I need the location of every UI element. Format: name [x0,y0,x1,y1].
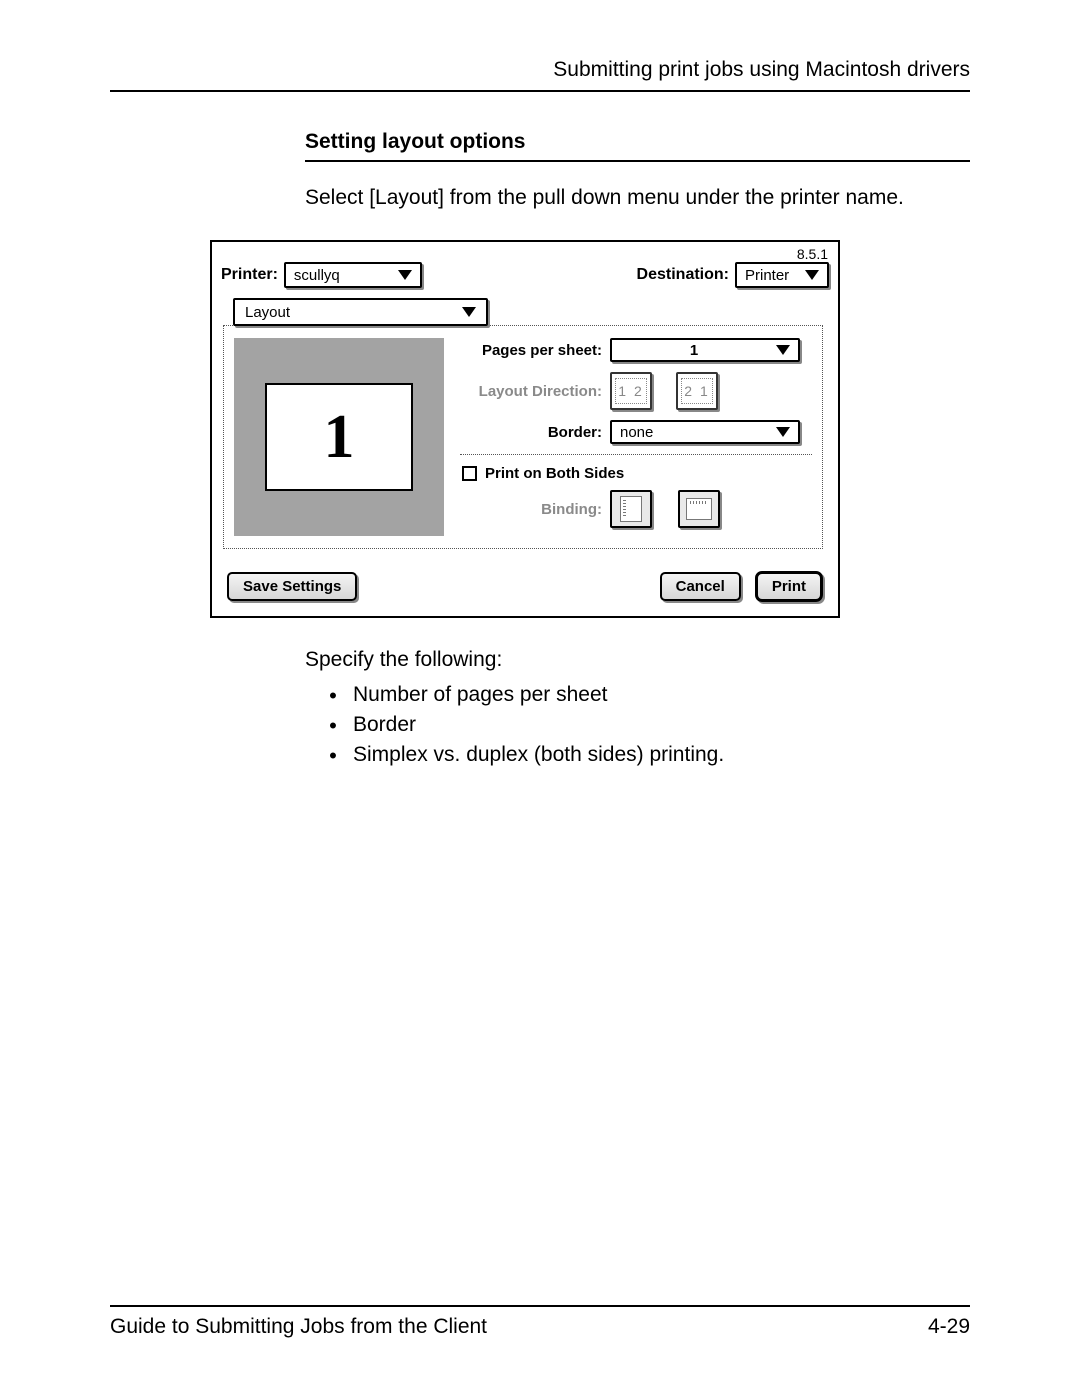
chevron-down-icon [805,270,819,280]
layout-direction-label: Layout Direction: [460,383,610,400]
bullet-icon: • [327,713,339,739]
running-head: Submitting print jobs using Macintosh dr… [110,58,970,90]
panel-divider [460,454,812,455]
layout-direction-rl-glyph: 2 1 [684,383,709,399]
layout-direction-rl-button[interactable]: 2 1 [676,372,718,410]
bullet-icon: • [327,743,339,769]
list-item: • Border [327,713,970,739]
chevron-down-icon [776,345,790,355]
binding-label: Binding: [460,501,610,518]
binding-side-button[interactable] [610,490,652,528]
preview-sheet: 1 [265,383,413,491]
print-button[interactable]: Print [755,571,823,602]
binding-top-button[interactable] [678,490,720,528]
save-settings-button[interactable]: Save Settings [227,572,357,601]
pages-per-sheet-value: 1 [620,342,768,359]
layout-panel: 1 Pages per sheet: 1 [223,325,823,549]
destination-select[interactable]: Printer [735,262,829,288]
post-lead: Specify the following: [305,646,970,674]
footer-title: Guide to Submitting Jobs from the Client [110,1315,487,1339]
border-label: Border: [460,424,610,441]
preview-page-number: 1 [324,402,355,473]
footer-pagenum: 4-29 [928,1315,970,1339]
header-rule [110,90,970,92]
print-dialog: 8.5.1 Printer: scullyq Destination: Prin… [210,240,840,618]
page-preview: 1 [234,338,444,536]
border-select-value: none [620,424,653,441]
print-label: Print [772,578,806,595]
printer-select[interactable]: scullyq [284,262,422,288]
chevron-down-icon [776,427,790,437]
print-both-sides-checkbox[interactable] [462,466,477,481]
list-item-text: Border [353,713,416,737]
destination-select-value: Printer [745,267,789,284]
list-item: • Simplex vs. duplex (both sides) printi… [327,743,970,769]
binding-top-icon [686,498,712,520]
section-intro: Select [Layout] from the pull down menu … [305,184,970,212]
destination-label: Destination: [637,266,729,284]
list-item-text: Number of pages per sheet [353,683,607,707]
cancel-label: Cancel [676,578,725,595]
section-title: Setting layout options [305,130,970,162]
binding-side-icon [620,496,642,522]
dialog-version: 8.5.1 [797,246,828,262]
list-item-text: Simplex vs. duplex (both sides) printing… [353,743,724,767]
save-settings-label: Save Settings [243,578,341,595]
bullet-icon: • [327,683,339,709]
printer-select-value: scullyq [294,267,340,284]
layout-direction-lr-glyph: 1 2 [618,383,643,399]
border-select[interactable]: none [610,420,800,444]
printer-label: Printer: [221,266,278,284]
chevron-down-icon [398,270,412,280]
list-item: • Number of pages per sheet [327,683,970,709]
pages-per-sheet-select[interactable]: 1 [610,338,800,362]
layout-direction-lr-button[interactable]: 1 2 [610,372,652,410]
pages-per-sheet-label: Pages per sheet: [460,342,610,359]
panel-tab-select[interactable]: Layout [233,298,488,326]
chevron-down-icon [462,307,476,317]
cancel-button[interactable]: Cancel [660,572,741,601]
panel-tab-value: Layout [245,304,290,321]
print-both-sides-label: Print on Both Sides [485,465,624,482]
